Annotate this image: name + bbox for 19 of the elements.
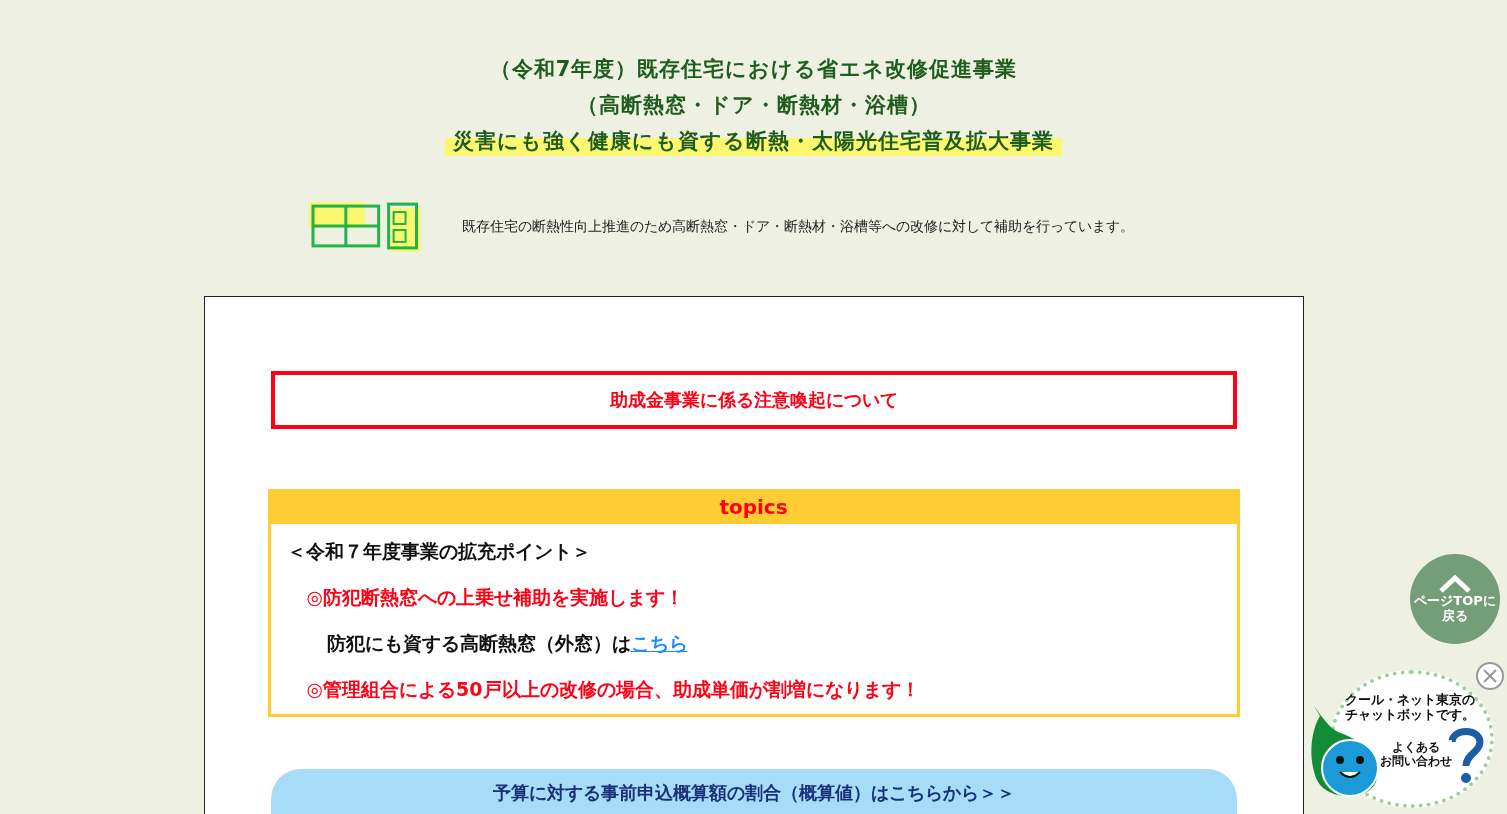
description-text: 既存住宅の断熱性向上推進のため高断熱窓・ドア・断熱材・浴槽等への改修に対して補助を行っています。	[461, 217, 1135, 236]
chevron-up-icon	[1438, 575, 1472, 593]
close-icon	[1483, 669, 1497, 683]
close-button[interactable]	[1476, 662, 1504, 690]
window-door-icon	[308, 200, 422, 252]
page-subtitle: 災害にも強く健康にも資する断熱・太陽光住宅普及拡大事業	[445, 126, 1062, 156]
topics-heading: ＜令和７年度事業の拡充ポイント＞	[286, 539, 592, 564]
topics-notice: ◎防犯断熱窓への上乗せ補助を実施します！	[305, 585, 686, 610]
notice-button[interactable]: 助成金事業に係る注意喚起について	[270, 371, 1237, 429]
topics-text: 防犯にも資する高断熱窓（外窓）はこちら	[325, 631, 689, 656]
topics-title: topics	[270, 489, 1237, 524]
faq-text[interactable]: よくある お問い合わせ	[1380, 740, 1452, 768]
topics-notice: ◎管理組合による50戸以上の改修の場合、助成単価が割増になります！	[305, 677, 921, 702]
page-title: （高断熱窓・ドア・断熱材・浴槽）	[576, 92, 931, 119]
chatbot-text: クール・ネット東京の チャットボットです。	[1344, 692, 1476, 722]
page-top-button[interactable]: ページTOPに 戻る	[1410, 554, 1500, 644]
here-link[interactable]: こちら	[630, 632, 688, 654]
budget-button[interactable]: 予算に対する事前申込概算額の割合（概算値）はこちらから＞＞	[270, 769, 1237, 814]
page-title: （令和7年度）既存住宅における省エネ改修促進事業	[489, 56, 1018, 83]
